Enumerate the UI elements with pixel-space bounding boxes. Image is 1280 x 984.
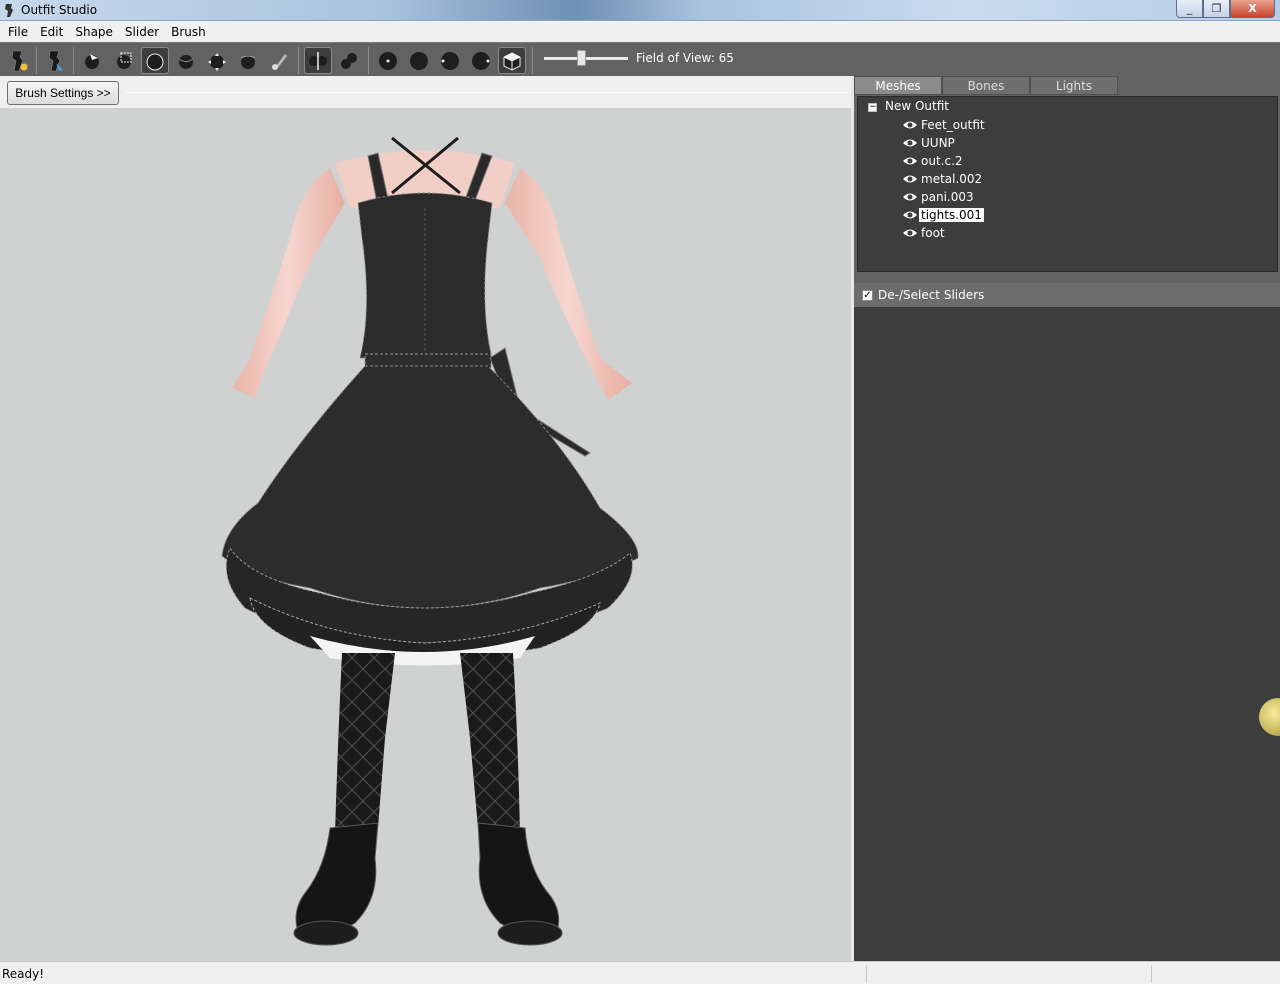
connected-icon [341, 52, 357, 69]
sliders-list [854, 307, 1280, 961]
sliders-header: ✓ De-/Select Sliders [854, 283, 1280, 307]
window-title: Outfit Studio [21, 3, 98, 17]
paint-brush-icon [272, 53, 287, 70]
collapse-icon[interactable]: − [868, 103, 877, 112]
tree-root-label: New Outfit [885, 99, 950, 113]
inflate-tool-button[interactable] [141, 47, 169, 74]
mesh-item[interactable]: out.c.2 [902, 152, 965, 170]
new-outfit-icon [11, 50, 28, 71]
reference-icon [48, 50, 63, 71]
eye-icon[interactable] [902, 192, 918, 202]
deflate-tool-button[interactable] [172, 47, 200, 74]
toolbar-separator [368, 47, 369, 74]
toolbar-separator [298, 47, 299, 74]
panel-tabs: Meshes Bones Lights [854, 76, 1118, 96]
select-sliders-checkbox[interactable]: ✓ [862, 289, 873, 301]
tab-meshes[interactable]: Meshes [854, 76, 942, 95]
menu-file[interactable]: File [2, 25, 34, 39]
fov-slider-thumb[interactable] [577, 50, 586, 66]
status-separator [1151, 965, 1152, 983]
mesh-item-selected[interactable]: tights.001 [902, 206, 984, 224]
toolbar-separator [532, 47, 533, 74]
load-reference-button[interactable] [41, 47, 69, 74]
light-orb-icon[interactable] [1259, 698, 1280, 736]
status-separator [866, 965, 867, 983]
view-front-button[interactable] [374, 47, 402, 74]
close-button[interactable]: X [1230, 0, 1275, 18]
view-back-button[interactable] [405, 47, 433, 74]
inflate-brush-icon [146, 53, 164, 70]
mask-tool-button[interactable] [110, 47, 138, 74]
toolbar-separator [73, 47, 74, 74]
perspective-toggle-button[interactable] [498, 47, 526, 74]
sliders-header-label: De-/Select Sliders [878, 288, 985, 302]
status-bar: Ready! [0, 961, 1280, 984]
mirror-icon [309, 51, 327, 70]
mesh-item-label: out.c.2 [921, 154, 963, 168]
brush-settings-divider [126, 92, 848, 93]
eye-icon[interactable] [902, 210, 918, 220]
menu-brush[interactable]: Brush [165, 25, 212, 39]
weight-paint-button[interactable] [266, 47, 294, 74]
eye-icon[interactable] [902, 156, 918, 166]
x-mirror-button[interactable] [304, 47, 332, 74]
right-panel: Meshes Bones Lights − New Outfit Feet_ou… [854, 76, 1280, 961]
mesh-item-label: metal.002 [921, 172, 983, 186]
minimize-button[interactable]: _ [1176, 0, 1203, 18]
eye-icon[interactable] [902, 138, 918, 148]
view-back-icon [410, 51, 428, 70]
tree-root[interactable]: − New Outfit [868, 99, 949, 113]
eye-icon[interactable] [902, 174, 918, 184]
fov-slider-track[interactable] [544, 57, 628, 60]
mesh-item[interactable]: UUNP [902, 134, 957, 152]
tab-bones[interactable]: Bones [942, 76, 1030, 95]
view-left-button[interactable] [436, 47, 464, 74]
menu-slider[interactable]: Slider [119, 25, 165, 39]
mesh-item-label: pani.003 [921, 190, 974, 204]
select-tool-button[interactable] [78, 47, 106, 74]
connected-only-button[interactable] [335, 47, 363, 74]
move-brush-icon [208, 52, 226, 71]
minimize-icon: _ [1186, 2, 1193, 15]
mesh-item[interactable]: metal.002 [902, 170, 984, 188]
menu-shape[interactable]: Shape [69, 25, 119, 39]
view-left-icon [441, 51, 459, 70]
restore-icon: ❐ [1211, 2, 1222, 15]
select-brush-icon [85, 53, 99, 69]
maximize-button[interactable]: ❐ [1203, 0, 1230, 18]
mesh-item-label: tights.001 [919, 208, 984, 222]
fov-label: Field of View: 65 [636, 51, 734, 65]
eye-icon[interactable] [902, 120, 918, 130]
smooth-tool-button[interactable] [234, 47, 262, 74]
brush-settings-button[interactable]: Brush Settings >> [7, 81, 119, 105]
smooth-brush-icon [240, 54, 256, 69]
view-right-icon [472, 51, 490, 70]
menu-bar: File Edit Shape Slider Brush [0, 21, 1280, 42]
toolbar-separator [36, 47, 37, 74]
mask-brush-icon [117, 52, 132, 69]
eye-icon[interactable] [902, 228, 918, 238]
mesh-item[interactable]: Feet_outfit [902, 116, 987, 134]
mesh-item-label: foot [921, 226, 945, 240]
mesh-tree: − New Outfit Feet_outfit UUNP out.c.2 me… [857, 96, 1278, 272]
mesh-item[interactable]: foot [902, 224, 947, 242]
move-tool-button[interactable] [203, 47, 231, 74]
view-front-icon [379, 51, 397, 70]
app-icon [5, 4, 13, 17]
deflate-brush-icon [178, 54, 194, 69]
title-bar: Outfit Studio _ ❐ X [0, 0, 1280, 21]
status-text: Ready! [2, 967, 45, 981]
close-icon: X [1248, 2, 1257, 15]
new-project-button[interactable] [4, 47, 32, 74]
mesh-item[interactable]: pani.003 [902, 188, 976, 206]
mesh-item-label: UUNP [921, 136, 955, 150]
outfit-model-render [221, 136, 639, 946]
view-right-button[interactable] [467, 47, 495, 74]
brush-settings-bar: Brush Settings >> [0, 76, 853, 108]
3d-viewport[interactable] [0, 108, 851, 961]
menu-edit[interactable]: Edit [34, 25, 69, 39]
tab-lights[interactable]: Lights [1030, 76, 1118, 95]
cube-icon [503, 51, 521, 71]
mesh-item-label: Feet_outfit [921, 118, 985, 132]
